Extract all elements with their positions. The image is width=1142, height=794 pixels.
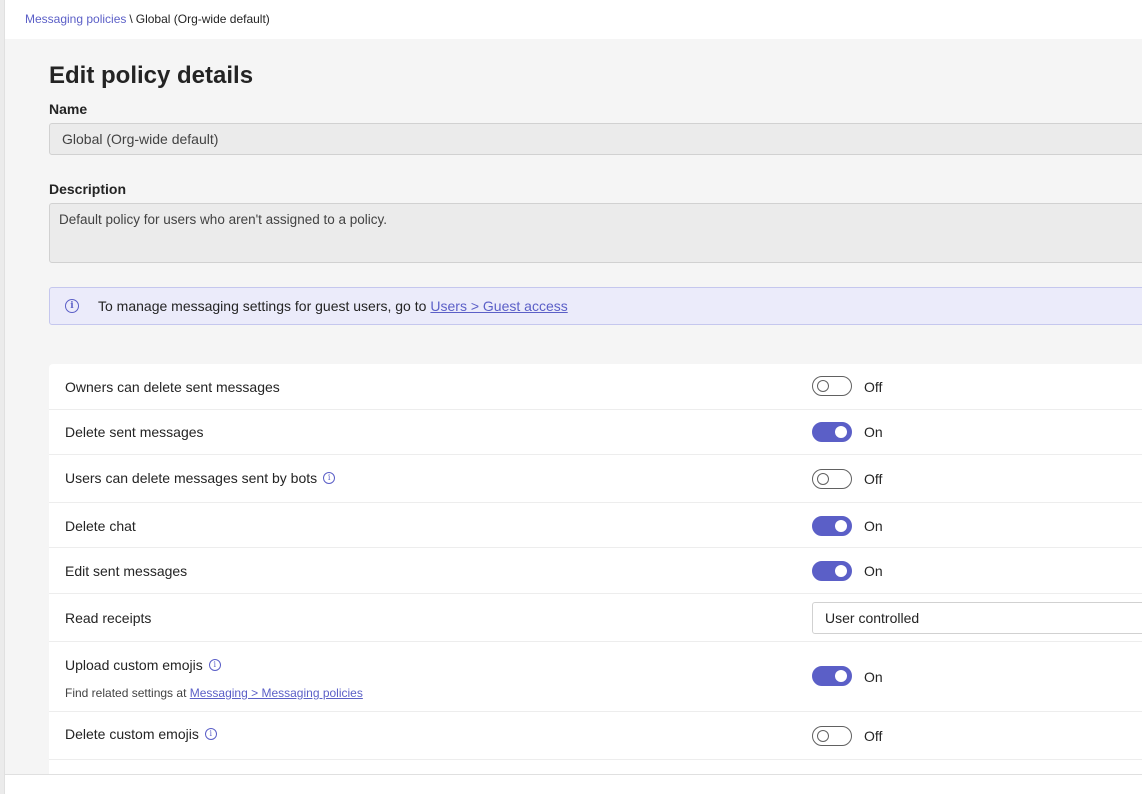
toggle-state-label: On: [864, 518, 883, 534]
setting-label: Read receipts: [65, 610, 151, 626]
toggle-knob: [835, 520, 847, 532]
upload-custom-emojis-toggle[interactable]: [812, 666, 852, 686]
setting-label-text: Edit sent messages: [65, 563, 188, 579]
toggle-state-label: Off: [864, 471, 883, 487]
related-settings-note: Find related settings at Messaging > Mes…: [65, 686, 363, 700]
left-rail: [0, 0, 5, 794]
setting-label-text: Read receipts: [65, 610, 152, 626]
setting-label: Delete custom emojis i: [65, 726, 217, 742]
toggle-state-label: On: [864, 424, 883, 440]
toggle-knob: [835, 426, 847, 438]
delete-bot-messages-toggle[interactable]: [812, 469, 852, 489]
guest-access-info-banner: i To manage messaging settings for guest…: [49, 287, 1142, 325]
setting-label-text: Delete custom emojis: [65, 726, 199, 742]
setting-row-delete-bot-messages: Users can delete messages sent by bots i …: [49, 455, 1142, 503]
setting-label: Users can delete messages sent by bots i: [65, 470, 336, 486]
setting-row-edit-sent: Edit sent messages On: [49, 548, 1142, 594]
breadcrumb-separator: \: [129, 12, 133, 26]
setting-label: Owners can delete sent messages: [65, 379, 280, 395]
info-circle-icon[interactable]: i: [208, 659, 221, 671]
page-title: Edit policy details: [49, 62, 254, 89]
toggle-state-label: On: [864, 563, 883, 579]
setting-label: Edit sent messages: [65, 563, 187, 579]
setting-label: Delete sent messages: [65, 424, 204, 440]
info-banner-text: To manage messaging settings for guest u…: [98, 298, 427, 314]
bottom-action-bar: [5, 774, 1142, 794]
setting-label-text: Delete sent messages: [65, 424, 204, 440]
setting-row-delete-chat: Delete chat On: [49, 503, 1142, 548]
toggle-knob: [817, 380, 829, 392]
read-receipts-dropdown[interactable]: User controlled: [812, 602, 1142, 634]
messaging-policies-link[interactable]: Messaging > Messaging policies: [190, 686, 363, 700]
delete-custom-emojis-toggle[interactable]: [812, 726, 852, 746]
guest-access-link[interactable]: Users > Guest access: [430, 298, 567, 314]
setting-row-delete-sent: Delete sent messages On: [49, 410, 1142, 455]
owners-delete-sent-toggle[interactable]: [812, 376, 852, 396]
name-label: Name: [49, 101, 88, 117]
toggle-state-label: Off: [864, 728, 883, 744]
setting-row-delete-custom-emojis: Delete custom emojis i Off: [49, 712, 1142, 760]
related-settings-text: Find related settings at: [65, 686, 187, 700]
setting-row-upload-custom-emojis: Upload custom emojis i Find related setti…: [49, 642, 1142, 712]
toggle-knob: [835, 670, 847, 682]
info-circle-icon[interactable]: i: [204, 728, 217, 740]
setting-label-text: Delete chat: [65, 518, 136, 534]
toggle-state-label: Off: [864, 379, 883, 395]
toggle-knob: [835, 565, 847, 577]
setting-label-text: Users can delete messages sent by bots: [65, 470, 318, 486]
delete-sent-toggle[interactable]: [812, 422, 852, 442]
toggle-state-label: On: [864, 669, 883, 685]
description-label: Description: [49, 181, 127, 197]
setting-label-text: Owners can delete sent messages: [65, 379, 280, 395]
info-circle-icon: i: [65, 299, 79, 313]
setting-label: Upload custom emojis i: [65, 657, 221, 673]
setting-label: Delete chat: [65, 518, 136, 534]
info-circle-icon[interactable]: i: [323, 472, 336, 484]
edit-sent-toggle[interactable]: [812, 561, 852, 581]
setting-label-text: Upload custom emojis: [65, 657, 203, 673]
settings-card: Owners can delete sent messages Off Dele…: [49, 364, 1142, 774]
name-field[interactable]: [49, 123, 1142, 155]
delete-chat-toggle[interactable]: [812, 516, 852, 536]
setting-row-owners-delete-sent: Owners can delete sent messages Off: [49, 364, 1142, 410]
toggle-knob: [817, 730, 829, 742]
breadcrumb-current: Global (Org-wide default): [135, 12, 270, 26]
description-field[interactable]: Default policy for users who aren't assi…: [49, 203, 1142, 263]
toggle-knob: [817, 473, 829, 485]
breadcrumb: Messaging policies \ Global (Org-wide defa…: [5, 0, 1142, 39]
breadcrumb-parent-link[interactable]: Messaging policies: [25, 12, 126, 26]
